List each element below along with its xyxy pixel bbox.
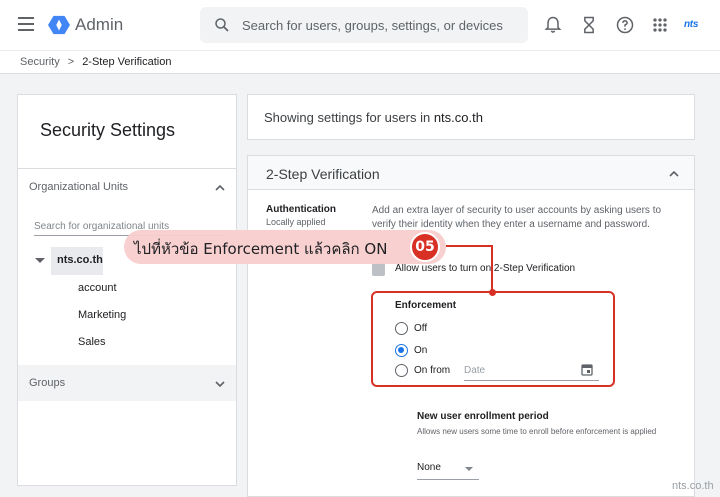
allow-2sv-checkbox[interactable]: [372, 263, 385, 276]
enrollment-period-title: New user enrollment period: [417, 411, 549, 422]
org-scope-info: Showing settings for users in nts.co.th: [247, 94, 695, 140]
card-title: 2-Step Verification: [266, 166, 380, 182]
tree-item-marketing[interactable]: Marketing: [78, 309, 126, 321]
search-icon: [215, 18, 229, 32]
search-input[interactable]: [242, 17, 522, 33]
security-settings-panel: Security Settings Organizational Units n…: [17, 94, 237, 486]
enrollment-period-value: None: [417, 462, 441, 473]
admin-logo-icon: [48, 15, 70, 35]
instruction-callout: ไปที่หัวข้อ Enforcement แล้วคลิก ON 05: [124, 230, 446, 264]
brand-logo[interactable]: nts: [684, 19, 698, 30]
breadcrumb-security[interactable]: Security: [20, 56, 60, 68]
groups-label: Groups: [29, 377, 66, 389]
description-text: Add an extra layer of security to user a…: [372, 205, 662, 230]
allow-2sv-label: Allow users to turn on 2-Step Verificati…: [395, 263, 576, 274]
callout-connector-vertical: [491, 245, 493, 292]
info-domain: nts.co.th: [433, 110, 483, 125]
watermark: nts.co.th: [672, 480, 714, 492]
tree-item-account[interactable]: account: [78, 282, 117, 294]
breadcrumb-current: 2-Step Verification: [82, 56, 172, 68]
apps-grid-icon[interactable]: [650, 15, 670, 35]
search-bar[interactable]: [200, 7, 528, 43]
caret-down-icon: [465, 467, 473, 471]
caret-down-icon[interactable]: [35, 258, 45, 263]
breadcrumb-separator: >: [67, 56, 75, 68]
enrollment-period-select[interactable]: None: [417, 458, 479, 480]
callout-connector: [446, 245, 493, 247]
groups-section[interactable]: Groups: [18, 365, 236, 401]
chevron-up-icon[interactable]: [214, 182, 226, 194]
locally-applied-label: Locally applied: [266, 217, 326, 227]
chevron-up-icon[interactable]: [668, 168, 680, 180]
menu-icon[interactable]: [18, 17, 34, 31]
app-title[interactable]: Admin: [75, 15, 123, 35]
authentication-label: Authentication: [266, 204, 336, 215]
info-prefix: Showing settings for users in: [264, 110, 434, 125]
tree-item-sales[interactable]: Sales: [78, 336, 106, 348]
top-bar: Admin nts: [0, 0, 720, 50]
breadcrumb: Security > 2-Step Verification: [0, 50, 720, 74]
tree-item-root[interactable]: nts.co.th: [51, 247, 103, 275]
panel-title: Security Settings: [40, 120, 176, 140]
card-header[interactable]: 2-Step Verification: [248, 156, 694, 190]
help-icon[interactable]: [615, 15, 635, 35]
hourglass-icon[interactable]: [579, 15, 599, 35]
org-units-label: Organizational Units: [29, 181, 129, 193]
instruction-text: ไปที่หัวข้อ Enforcement แล้วคลิก ON: [134, 240, 388, 258]
enforcement-highlight-box: [371, 291, 615, 387]
callout-dot: [489, 289, 496, 296]
bell-icon[interactable]: [543, 15, 563, 35]
divider: [18, 168, 236, 169]
step-badge: 05: [410, 232, 440, 262]
chevron-down-icon[interactable]: [214, 378, 226, 390]
enrollment-period-description: Allows new users some time to enroll bef…: [417, 427, 657, 436]
